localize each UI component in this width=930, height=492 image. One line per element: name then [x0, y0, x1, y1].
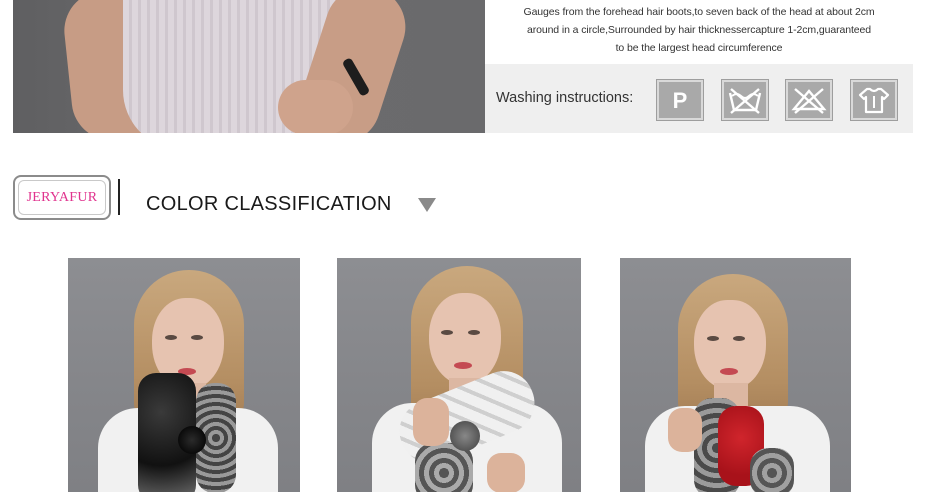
washing-instructions-label: Washing instructions: [496, 90, 634, 106]
product-photo-red-scarf[interactable] [620, 258, 851, 492]
model-hand [487, 453, 525, 492]
scarf-right-end [750, 448, 794, 492]
washing-instructions-bar: Washing instructions: P [485, 64, 913, 133]
model-hand [413, 398, 449, 446]
model-hand [278, 80, 353, 133]
model-face [694, 300, 766, 390]
color-classification-title: COLOR CLASSIFICATION [146, 193, 392, 215]
gauge-line: Gauges from the forehead hair boots,to s… [523, 6, 875, 18]
model-eye [165, 335, 177, 340]
model-eye [468, 330, 480, 335]
dry-clean-p-icon: P [656, 79, 704, 121]
do-not-bleach-icon [785, 79, 833, 121]
jeryafur-logo: JERYAFUR [13, 175, 111, 220]
down-arrow-icon [418, 198, 436, 212]
model-eye [441, 330, 453, 335]
size-and-care-panel: Gauges from the forehead hair boots,to s… [485, 0, 913, 133]
product-photo-black-scarf[interactable] [68, 258, 300, 492]
model-lips [454, 362, 472, 369]
model-face [429, 293, 501, 385]
model-top-photo [13, 0, 485, 133]
header-divider [118, 179, 120, 215]
model-lips [720, 368, 738, 375]
model-eye [707, 336, 719, 341]
scarf-rosette [450, 421, 480, 451]
head-measurement-text: Gauges from the forehead hair boots,to s… [485, 3, 913, 57]
brand-name: JERYAFUR [26, 189, 98, 205]
gauge-line: around in a circle,Surrounded by hair th… [526, 24, 872, 36]
scarf-rosette [178, 426, 206, 454]
hang-dry-icon [850, 79, 898, 121]
dry-clean-p-glyph: P [673, 88, 688, 113]
do-not-wash-icon [721, 79, 769, 121]
gauge-line: to be the largest head circumference [615, 42, 783, 54]
model-eye [733, 336, 745, 341]
product-photo-white-scarf[interactable] [337, 258, 581, 492]
model-hand [668, 408, 702, 452]
model-eye [191, 335, 203, 340]
